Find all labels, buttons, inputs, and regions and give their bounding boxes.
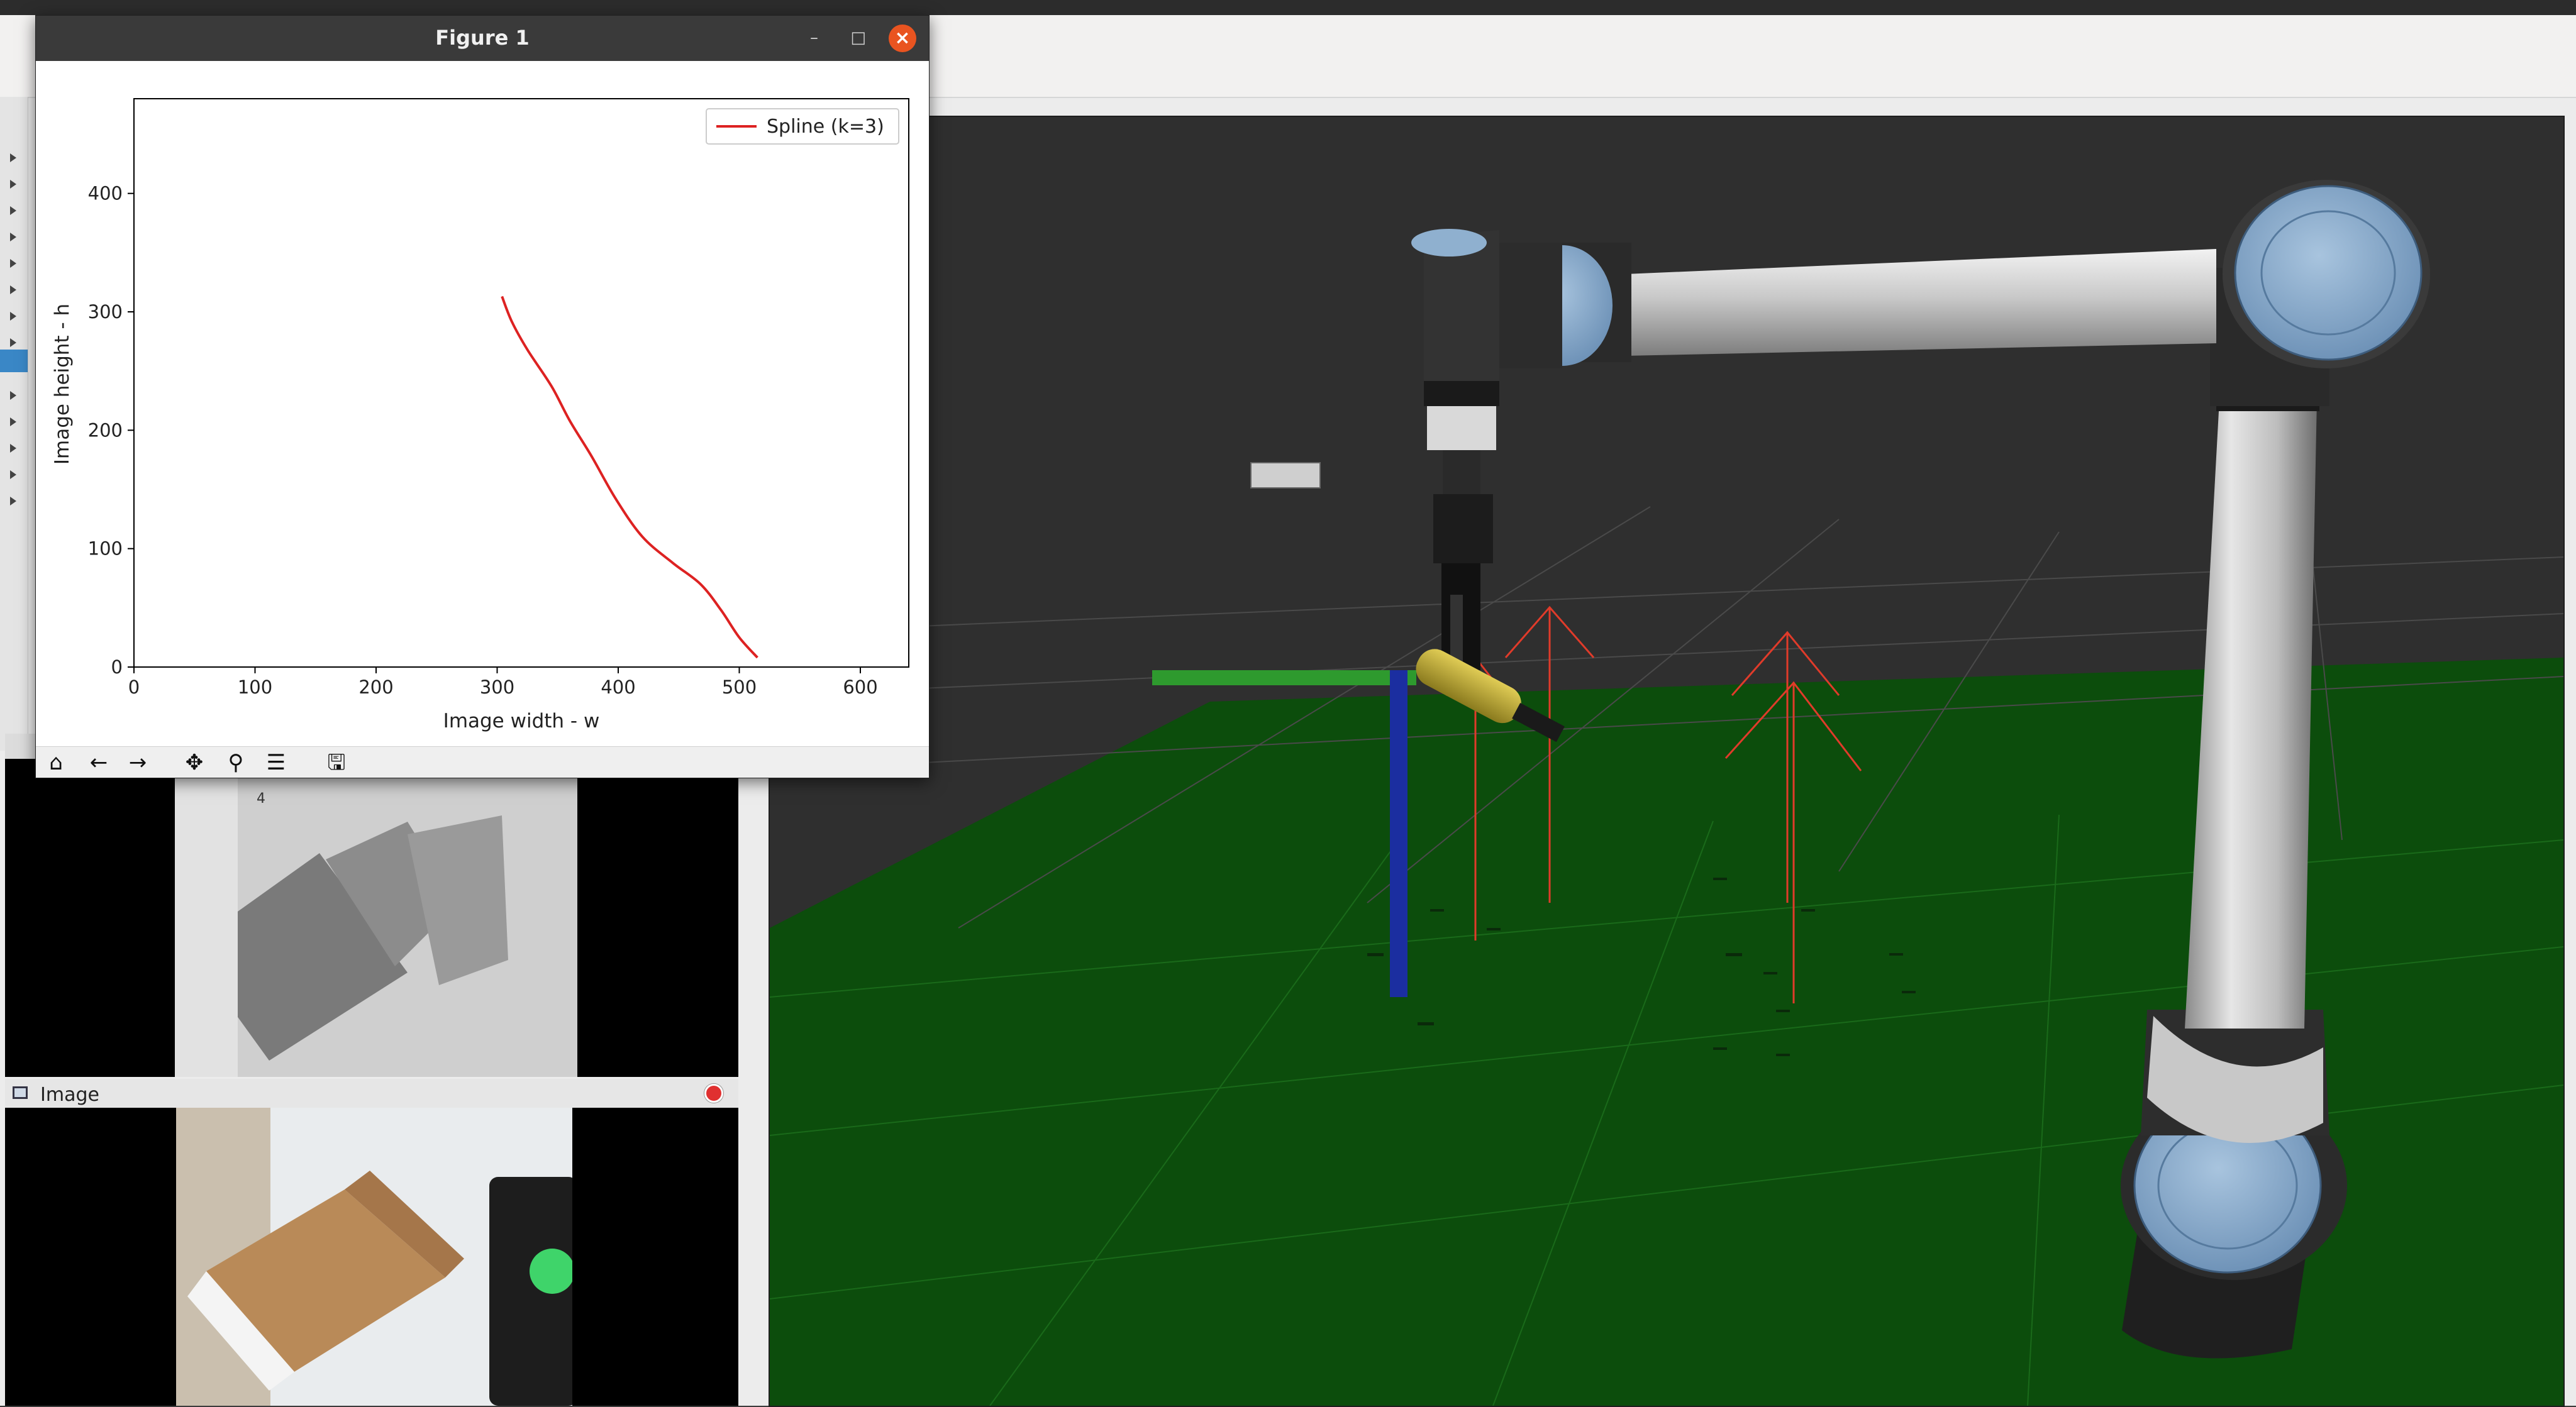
- maximize-button[interactable]: □: [850, 28, 866, 47]
- figure-toolbar: ⌂ ← → ✥ ⚲ ☰ 🖫: [36, 746, 929, 778]
- figure-title: Figure 1: [435, 26, 530, 50]
- monitor-icon: [13, 1086, 28, 1099]
- y-tick-label: 400: [88, 183, 123, 204]
- tree-expand-arrow[interactable]: [10, 338, 16, 347]
- zoom-icon[interactable]: ⚲: [223, 751, 248, 775]
- tree-expand-arrow[interactable]: [10, 312, 16, 321]
- tree-expand-arrow[interactable]: [10, 497, 16, 505]
- tree-expand-arrow[interactable]: [10, 153, 16, 162]
- x-ticks: 0 100 200 300 400 500 600: [128, 667, 878, 698]
- home-icon[interactable]: ⌂: [43, 751, 69, 775]
- z-axis-bar: [1390, 670, 1407, 997]
- x-tick-label: 400: [601, 676, 635, 698]
- 3d-viewport[interactable]: [769, 116, 2565, 1407]
- color-image: [5, 1108, 738, 1406]
- scene-render: [770, 180, 2563, 1406]
- y-tick-label: 300: [88, 301, 123, 323]
- desktop-top-bar: [0, 0, 2576, 15]
- tree-expand-arrow[interactable]: [10, 391, 16, 400]
- x-tick-label: 300: [480, 676, 514, 698]
- x-axis-label: Image width - w: [443, 710, 600, 732]
- minimize-button[interactable]: –: [810, 28, 818, 47]
- y-axis-label: Image height - h: [51, 304, 74, 465]
- close-button[interactable]: ×: [889, 25, 916, 52]
- depth-image: 4: [5, 759, 738, 1077]
- y-tick-label: 100: [88, 538, 123, 560]
- figure-titlebar[interactable]: Figure 1 – □ ×: [36, 16, 929, 61]
- tree-expand-arrow[interactable]: [10, 233, 16, 241]
- displays-panel: [0, 97, 28, 751]
- legend-label: Spline (k=3): [767, 116, 884, 138]
- x-tick-label: 500: [722, 676, 757, 698]
- y-ticks: 0 100 200 300 400: [88, 183, 134, 678]
- y-tick-label: 0: [111, 656, 123, 678]
- back-icon[interactable]: ←: [86, 751, 111, 775]
- x-tick-label: 600: [843, 676, 877, 698]
- x-axis-bar: [1152, 670, 1416, 685]
- tree-expand-arrow[interactable]: [10, 470, 16, 479]
- tree-expand-arrow[interactable]: [10, 444, 16, 453]
- tree-expand-arrow[interactable]: [10, 206, 16, 215]
- image-panel: Image: [5, 1079, 738, 1406]
- image-panel-header: Image: [5, 1079, 738, 1108]
- tree-expand-arrow[interactable]: [10, 259, 16, 268]
- spline-chart: 0 100 200 300 400 500 600 0 100 200 300 400 Spline…: [51, 98, 909, 732]
- figure-window[interactable]: Figure 1 – □ × 0 100 200 300 400 500 600 0 100 2…: [35, 15, 930, 778]
- pan-icon[interactable]: ✥: [182, 751, 207, 775]
- configure-subplots-icon[interactable]: ☰: [264, 751, 289, 775]
- x-tick-label: 100: [238, 676, 272, 698]
- x-tick-label: 200: [358, 676, 393, 698]
- tree-expand-arrow[interactable]: [10, 417, 16, 426]
- y-tick-label: 200: [88, 419, 123, 441]
- x-tick-label: 0: [128, 676, 140, 698]
- save-icon[interactable]: 🖫: [324, 751, 349, 775]
- forward-icon[interactable]: →: [125, 751, 150, 775]
- plot-frame: [133, 98, 909, 668]
- tree-expand-arrow[interactable]: [10, 285, 16, 294]
- tree-expand-arrow[interactable]: [10, 180, 16, 189]
- plot-canvas[interactable]: 0 100 200 300 400 500 600 0 100 200 300 400 Spline…: [36, 61, 929, 746]
- image-panel-title: Image: [40, 1084, 99, 1106]
- depth-image-panel: 4: [5, 734, 738, 1077]
- close-icon[interactable]: [704, 1084, 723, 1103]
- legend: Spline (k=3): [706, 108, 899, 145]
- tree-item-selected[interactable]: [0, 350, 28, 372]
- depth-tab-marker: 4: [257, 791, 265, 807]
